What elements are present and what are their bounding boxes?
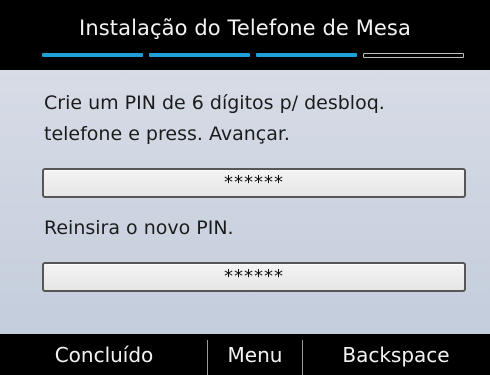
softkey-bar: Concluído Menu Backspace (0, 334, 490, 375)
progress-step-3 (256, 53, 357, 57)
reenter-pin-label: Reinsira o novo PIN. (44, 217, 234, 239)
page-title: Instalação do Telefone de Mesa (79, 16, 411, 40)
main-content: Crie um PIN de 6 dígitos p/ desbloq. tel… (0, 70, 490, 334)
confirm-pin-input[interactable]: ****** (42, 262, 466, 292)
softkey-divider (207, 340, 208, 375)
instruction-text: Crie um PIN de 6 dígitos p/ desbloq. tel… (44, 92, 385, 145)
confirm-pin-input-value: ****** (224, 266, 284, 287)
phone-setup-screen: Instalação do Telefone de Mesa Crie um P… (0, 0, 490, 375)
done-softkey[interactable]: Concluído (0, 334, 208, 375)
pin-input-value: ****** (224, 172, 284, 193)
menu-softkey[interactable]: Menu (208, 334, 302, 375)
backspace-softkey[interactable]: Backspace (302, 334, 490, 375)
progress-step-1 (42, 53, 143, 57)
pin-input[interactable]: ****** (42, 168, 466, 198)
softkey-divider (302, 340, 303, 375)
header: Instalação do Telefone de Mesa (0, 0, 490, 70)
progress-step-2 (149, 53, 250, 57)
progress-step-4 (363, 53, 464, 58)
progress-indicator (42, 53, 464, 60)
